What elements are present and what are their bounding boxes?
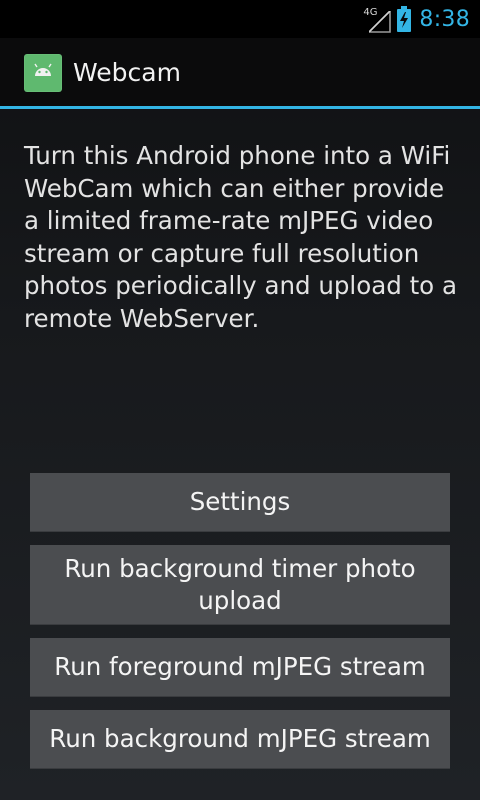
app-description: Turn this Android phone into a WiFi WebC…: [24, 141, 457, 333]
status-bar: 4G 8:38: [0, 0, 480, 38]
signal-icon: [369, 11, 392, 33]
settings-button-label: Settings: [189, 487, 291, 516]
signal-indicator: 4G: [363, 5, 392, 33]
background-stream-button-label: Run background mJPEG stream: [49, 724, 431, 753]
battery-charging-icon: [397, 6, 412, 32]
foreground-stream-button[interactable]: Run foreground mJPEG stream: [30, 638, 450, 697]
settings-button[interactable]: Settings: [30, 473, 450, 532]
action-bar: [0, 38, 480, 106]
foreground-stream-button-label: Run foreground mJPEG stream: [54, 652, 426, 681]
android-icon[interactable]: [24, 54, 62, 92]
background-stream-button[interactable]: Run background mJPEG stream: [30, 710, 450, 769]
status-icons: 4G 8:38: [363, 0, 470, 38]
app-title: Webcam: [73, 58, 181, 87]
timer-upload-button[interactable]: Run background timer photo upload: [30, 545, 450, 625]
status-clock: 8:38: [419, 6, 470, 32]
action-bar-divider: [0, 106, 480, 109]
timer-upload-button-label: Run background timer photo upload: [64, 553, 416, 615]
